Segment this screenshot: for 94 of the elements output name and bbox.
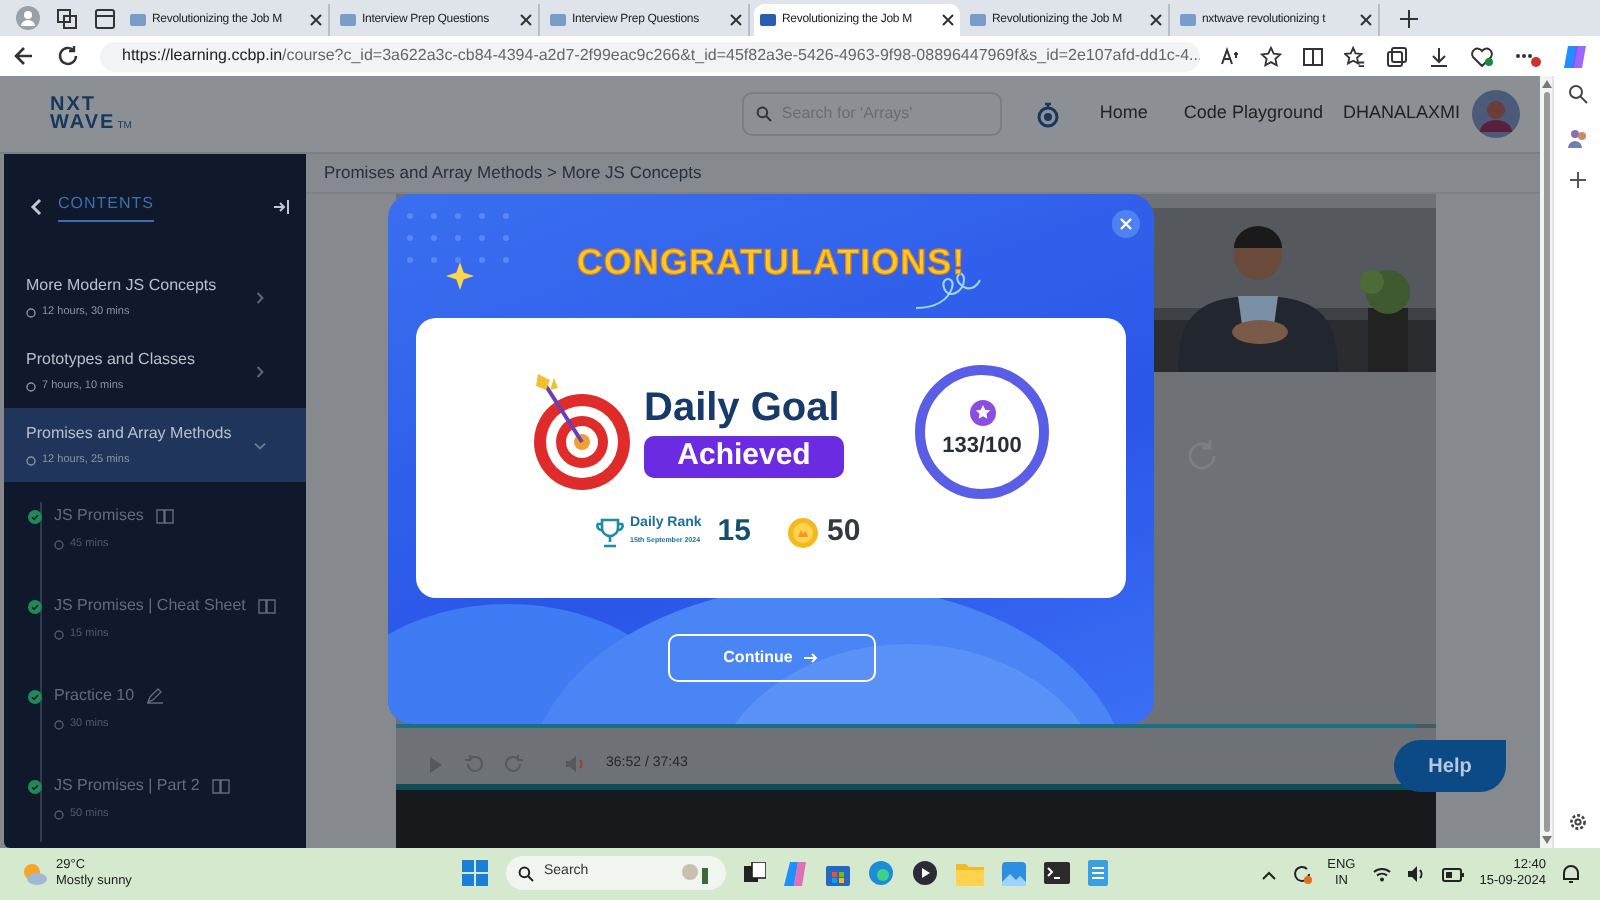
user-name: DHANALAXMI <box>1342 100 1460 127</box>
wifi-icon[interactable] <box>1371 866 1392 882</box>
book-icon <box>257 598 276 614</box>
clock-icon <box>54 719 64 730</box>
stopwatch-icon[interactable] <box>1035 101 1060 127</box>
add-icon[interactable] <box>1569 172 1585 188</box>
chevron-up-icon[interactable] <box>1261 869 1276 879</box>
help-button[interactable]: Help <box>1394 740 1506 792</box>
coins-value: 50 <box>826 512 861 552</box>
volume-icon[interactable] <box>1407 866 1426 882</box>
search-icon <box>755 106 772 122</box>
download-icon[interactable] <box>1428 45 1450 67</box>
people-icon[interactable] <box>1567 128 1587 148</box>
section-title: More Modern JS Concepts <box>26 273 219 298</box>
collapse-icon[interactable] <box>272 198 290 216</box>
battery-icon[interactable] <box>1441 867 1464 881</box>
copilot-icon[interactable] <box>784 861 808 885</box>
nav-link[interactable]: Code Playground <box>1183 100 1323 128</box>
dialog-heading: CONGRATULATIONS! <box>576 240 966 284</box>
settings-icon[interactable] <box>1567 812 1587 832</box>
scrollbar-thumb[interactable] <box>1543 92 1549 832</box>
page-icon <box>970 12 986 28</box>
page-icon <box>340 12 356 28</box>
trophy-icon <box>596 517 624 548</box>
arrow-right-icon <box>804 652 819 664</box>
chevron-icon <box>254 365 266 377</box>
goal-title: Daily Goal <box>644 386 840 430</box>
star-badge-icon <box>969 400 995 427</box>
section-title: Promises and Array Methods <box>26 421 234 446</box>
terminal-icon[interactable] <box>1044 862 1070 884</box>
chevron-icon <box>254 291 266 303</box>
close-icon[interactable] <box>520 14 532 26</box>
page-icon <box>130 12 146 28</box>
close-icon[interactable] <box>1150 14 1162 26</box>
clock-icon <box>54 629 64 640</box>
rank-value: 15 <box>717 512 751 552</box>
new-tab-icon[interactable] <box>1400 10 1418 28</box>
search-highlight-icon <box>678 862 714 884</box>
pencil-icon <box>146 688 165 704</box>
browser-icon[interactable] <box>868 860 894 886</box>
store-icon[interactable] <box>826 861 850 885</box>
clock-icon <box>26 381 36 391</box>
close-button[interactable] <box>1112 210 1140 238</box>
sync-icon[interactable] <box>1291 864 1312 884</box>
logo-text: WAVE <box>50 114 116 132</box>
achieved-badge: Achieved <box>644 436 844 478</box>
favorites-icon[interactable] <box>1344 45 1366 67</box>
continue-button[interactable]: Continue <box>667 634 875 682</box>
media-player-icon[interactable] <box>912 860 938 886</box>
workspaces-icon[interactable] <box>56 8 78 30</box>
task-view-icon[interactable] <box>744 862 766 884</box>
star-icon[interactable] <box>1260 45 1282 67</box>
back-icon[interactable] <box>12 44 36 68</box>
avatar[interactable] <box>1472 90 1520 138</box>
scroll-down-icon[interactable] <box>1541 836 1551 844</box>
book-icon <box>155 508 174 524</box>
back-chevron-icon[interactable] <box>30 198 42 216</box>
profile-icon[interactable] <box>16 6 40 30</box>
close-icon[interactable] <box>310 14 322 26</box>
logo-text: NXT <box>50 96 96 114</box>
sparkle-icon <box>446 262 474 290</box>
scroll-up-icon[interactable] <box>1541 80 1551 88</box>
close-icon[interactable] <box>942 14 954 26</box>
search-icon <box>518 865 534 881</box>
nav-link[interactable]: Home <box>1099 100 1148 128</box>
reload-icon[interactable] <box>56 44 80 68</box>
clock-icon <box>26 455 36 465</box>
split-screen-icon[interactable] <box>1302 45 1324 67</box>
collections-icon[interactable] <box>1386 45 1408 67</box>
windows-icon[interactable] <box>462 860 488 886</box>
tab-actions-icon[interactable] <box>94 8 116 30</box>
close-icon <box>1120 218 1132 230</box>
notepad-icon[interactable] <box>1088 860 1108 886</box>
page-icon <box>1180 12 1196 28</box>
clock-icon <box>54 809 64 820</box>
clock-icon <box>54 539 64 550</box>
copilot-icon[interactable] <box>1562 43 1588 69</box>
score-text: 133/100 <box>942 432 1022 463</box>
coin-icon <box>788 517 819 548</box>
heart-icon[interactable] <box>1470 45 1494 67</box>
section-title: Prototypes and Classes <box>26 347 197 372</box>
page-icon <box>550 12 566 28</box>
close-icon[interactable] <box>1360 14 1372 26</box>
chevron-icon <box>254 439 266 451</box>
address-bar[interactable]: https://learning.ccbp.in/course?c_id=3a622a3c-cb84-4394-a2d7-2f99eac9c266&t_id=45f82a3e-5426-4963-9f98-08896447969f&s_id=2e107afd-dd1c-4... <box>100 41 1200 71</box>
search-icon[interactable] <box>1567 84 1587 104</box>
close-icon[interactable] <box>730 14 742 26</box>
book-icon <box>211 778 230 794</box>
photos-icon[interactable] <box>1002 861 1026 885</box>
clock-icon <box>26 307 36 317</box>
reader-icon[interactable] <box>1220 46 1240 66</box>
url-text: https://learning.ccbp.in/course?c_id=3a622a3c-cb84-4394-a2d7-2f99eac9c266&t_id=45f82a3e-5426-4963-9f98-08896447969f&s_id=2e107afd-dd1c-4... <box>122 44 1200 68</box>
page-icon <box>760 12 776 28</box>
notification-icon[interactable] <box>1562 864 1580 884</box>
